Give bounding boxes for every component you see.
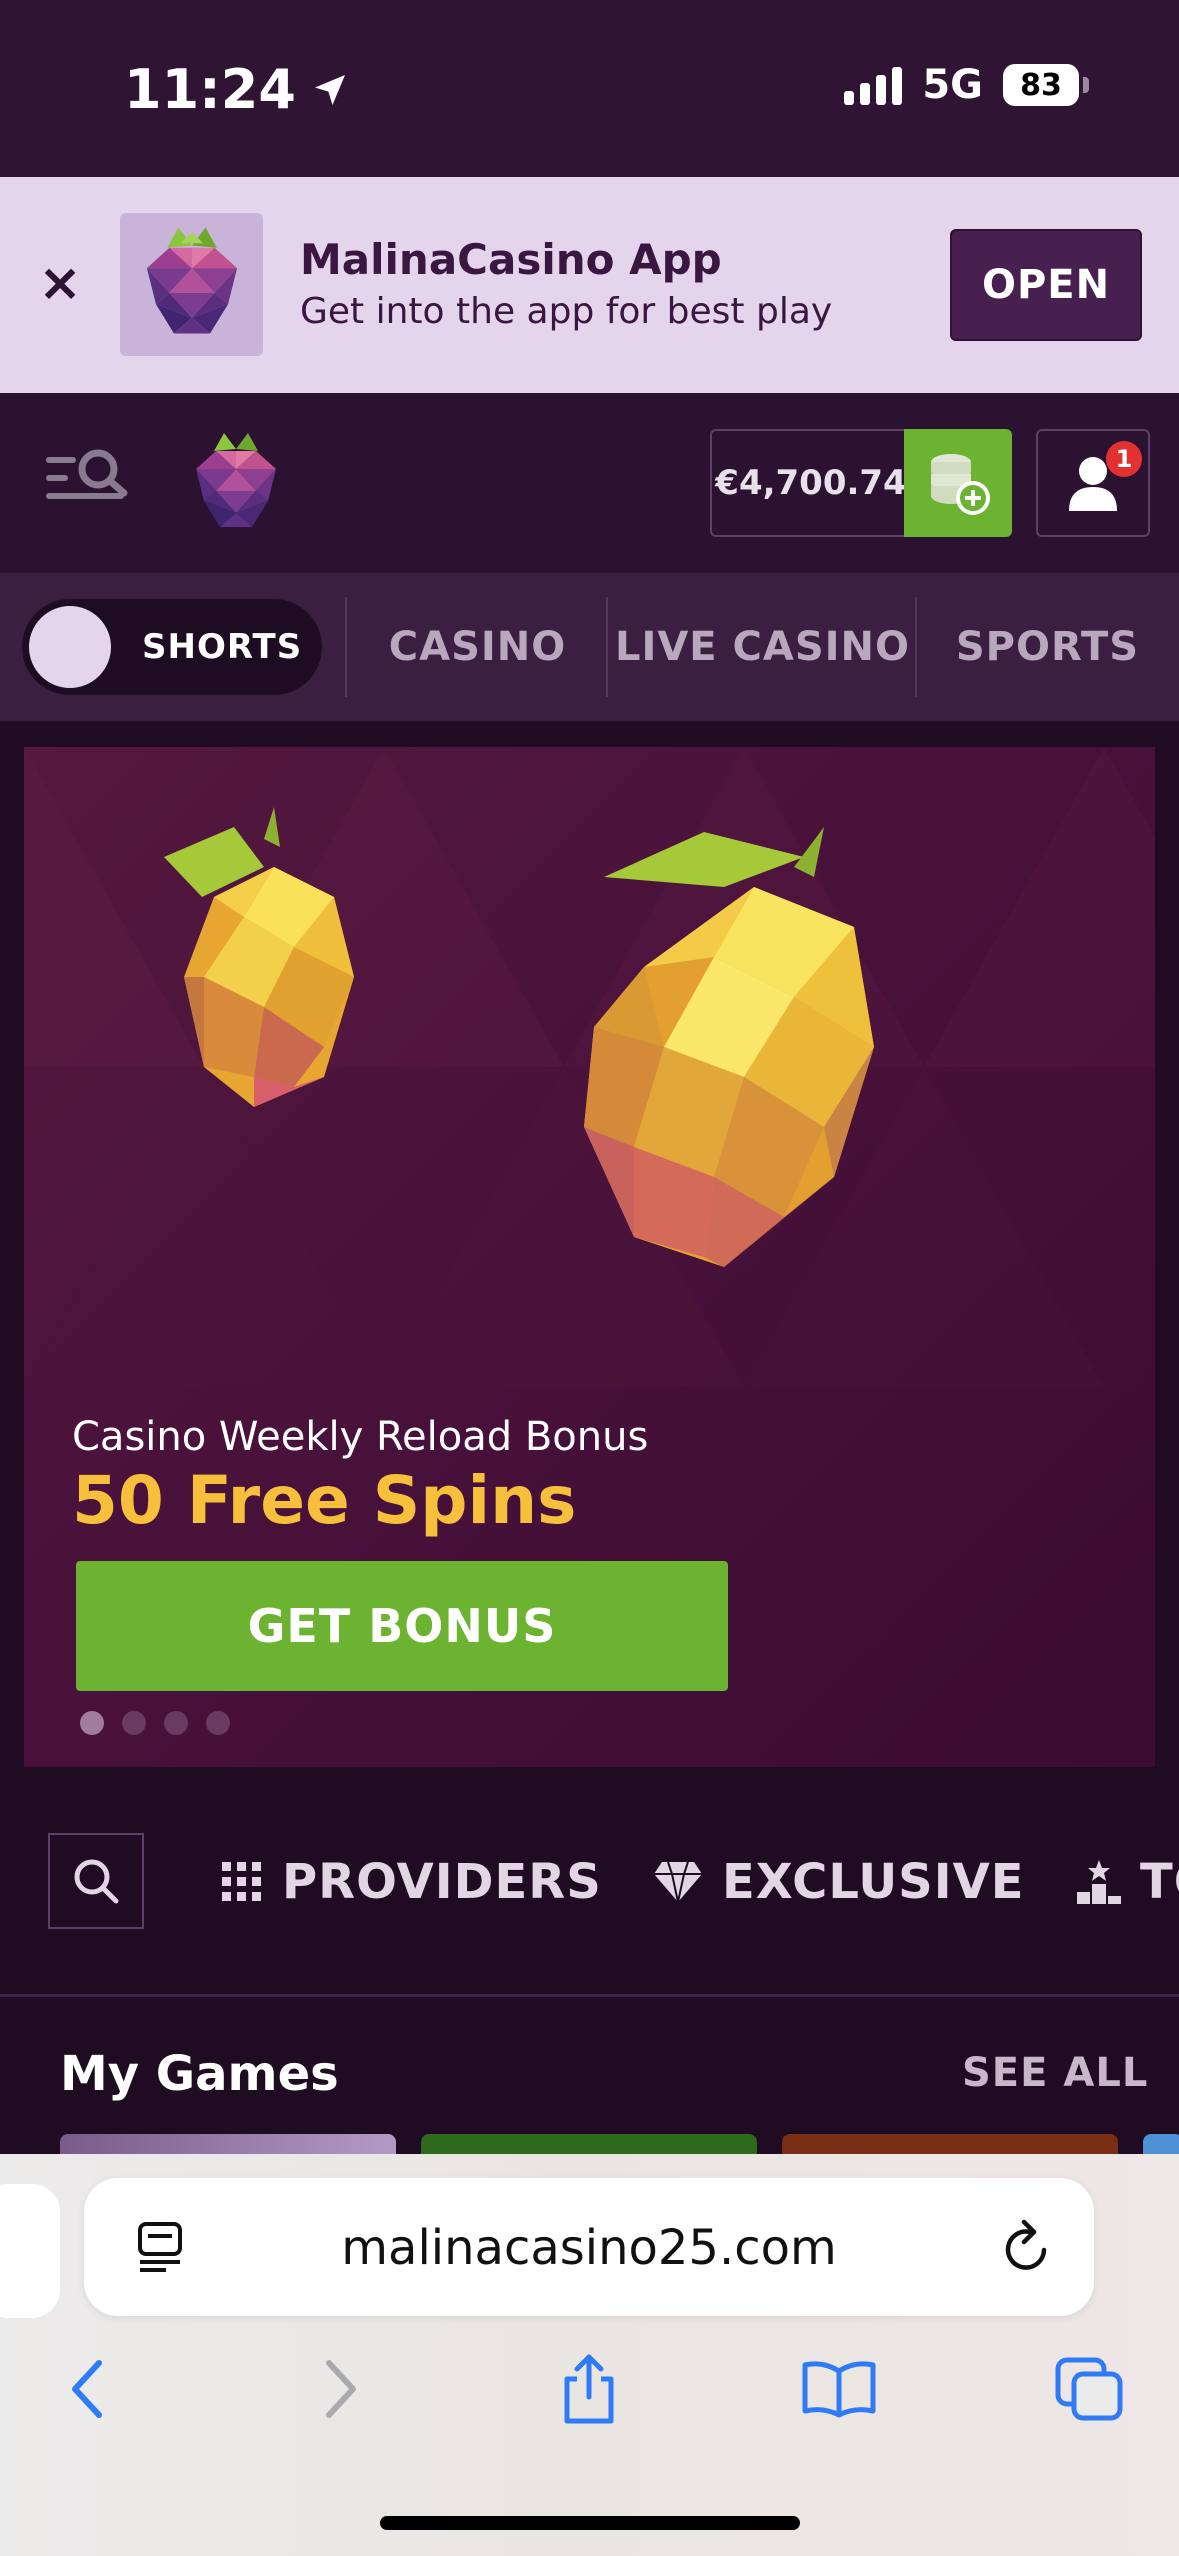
diamond-icon xyxy=(654,1861,702,1903)
grid-icon xyxy=(222,1862,261,1901)
crystal-lemons-illustration xyxy=(164,807,874,1267)
shorts-label: SHORTS xyxy=(142,627,303,667)
book-icon xyxy=(802,2361,876,2418)
raspberry-logo-icon xyxy=(146,227,237,333)
reload-icon[interactable] xyxy=(1000,2216,1056,2276)
game-search-button[interactable] xyxy=(48,1833,144,1929)
podium-icon xyxy=(1077,1860,1121,1904)
battery-level: 83 xyxy=(1020,67,1062,103)
search-icon xyxy=(74,1859,119,1904)
tabs-button[interactable] xyxy=(1044,2344,1134,2434)
site-header: €4,700.74 1 xyxy=(0,393,1179,573)
carousel-dots xyxy=(80,1711,230,1735)
app-install-banner: × MalinaCasino App Get into the app for … xyxy=(0,177,1179,393)
banner-app-subtitle: Get into the app for best play xyxy=(300,291,833,332)
tabs-icon xyxy=(1055,2357,1123,2421)
balance-display[interactable]: €4,700.74 xyxy=(710,429,910,537)
address-bar[interactable]: malinacasino25.com xyxy=(84,2178,1094,2316)
network-type: 5G xyxy=(922,62,983,108)
share-button[interactable] xyxy=(544,2344,634,2434)
nav-divider xyxy=(915,597,917,697)
carousel-dot[interactable] xyxy=(80,1711,104,1735)
tab-live-casino[interactable]: LIVE CASINO xyxy=(610,573,915,721)
location-arrow-icon xyxy=(314,74,345,105)
battery-icon: 83 xyxy=(1003,64,1089,106)
time-text: 11:24 xyxy=(124,58,296,121)
chevron-left-icon xyxy=(72,2360,102,2418)
deposit-button[interactable] xyxy=(904,429,1012,537)
coins-plus-icon xyxy=(931,454,990,515)
banner-app-title: MalinaCasino App xyxy=(300,235,722,284)
shorts-toggle[interactable]: SHORTS xyxy=(22,599,322,695)
share-icon xyxy=(564,2354,614,2424)
carousel-dot[interactable] xyxy=(206,1711,230,1735)
signal-icon xyxy=(844,65,903,105)
menu-search-icon[interactable] xyxy=(44,443,134,513)
account-button[interactable]: 1 xyxy=(1036,429,1150,537)
category-label: EXCLUSIVE xyxy=(722,1854,1025,1910)
main-nav: SHORTS CASINO LIVE CASINO SPORTS xyxy=(0,573,1179,721)
tab-sports[interactable]: SPORTS xyxy=(920,573,1175,721)
app-logo xyxy=(120,213,263,356)
nav-divider xyxy=(606,597,608,697)
browser-toolbar: malinacasino25.com xyxy=(0,2154,1179,2556)
category-bar: PROVIDERS EXCLUSIVE TO xyxy=(0,1767,1179,1997)
back-button[interactable] xyxy=(42,2344,132,2434)
get-bonus-button[interactable]: GET BONUS xyxy=(76,1561,728,1691)
status-indicators: 5G 83 xyxy=(844,62,1089,108)
category-label: PROVIDERS xyxy=(282,1854,602,1910)
see-all-link[interactable]: SEE ALL xyxy=(962,2050,1148,2096)
site-logo-icon[interactable] xyxy=(186,429,286,539)
carousel-dot[interactable] xyxy=(164,1711,188,1735)
bookmarks-button[interactable] xyxy=(794,2344,884,2434)
hero-banner[interactable]: Casino Weekly Reload Bonus 50 Free Spins… xyxy=(24,747,1155,1767)
category-top[interactable]: TO xyxy=(1076,1837,1179,1927)
forward-button[interactable] xyxy=(296,2344,386,2434)
hero-title: 50 Free Spins xyxy=(72,1462,577,1539)
url-text: malinacasino25.com xyxy=(341,2220,837,2276)
tab-casino[interactable]: CASINO xyxy=(350,573,605,721)
my-games-title: My Games xyxy=(60,2046,339,2102)
chevron-right-icon xyxy=(326,2360,356,2418)
category-exclusive[interactable]: EXCLUSIVE xyxy=(652,1837,1025,1927)
banner-close-button[interactable]: × xyxy=(36,257,84,309)
home-indicator xyxy=(380,2516,800,2530)
hero-subtitle: Casino Weekly Reload Bonus xyxy=(72,1414,649,1460)
notification-badge: 1 xyxy=(1106,441,1142,477)
category-providers[interactable]: PROVIDERS xyxy=(220,1837,602,1927)
category-label: TO xyxy=(1140,1854,1179,1910)
status-bar: 11:24 5G 83 xyxy=(0,0,1179,177)
toggle-knob xyxy=(26,603,114,691)
status-time: 11:24 xyxy=(124,58,350,121)
banner-open-button[interactable]: OPEN xyxy=(950,229,1142,341)
nav-divider xyxy=(345,597,347,697)
previous-tab-peek[interactable] xyxy=(0,2184,60,2318)
carousel-dot[interactable] xyxy=(122,1711,146,1735)
